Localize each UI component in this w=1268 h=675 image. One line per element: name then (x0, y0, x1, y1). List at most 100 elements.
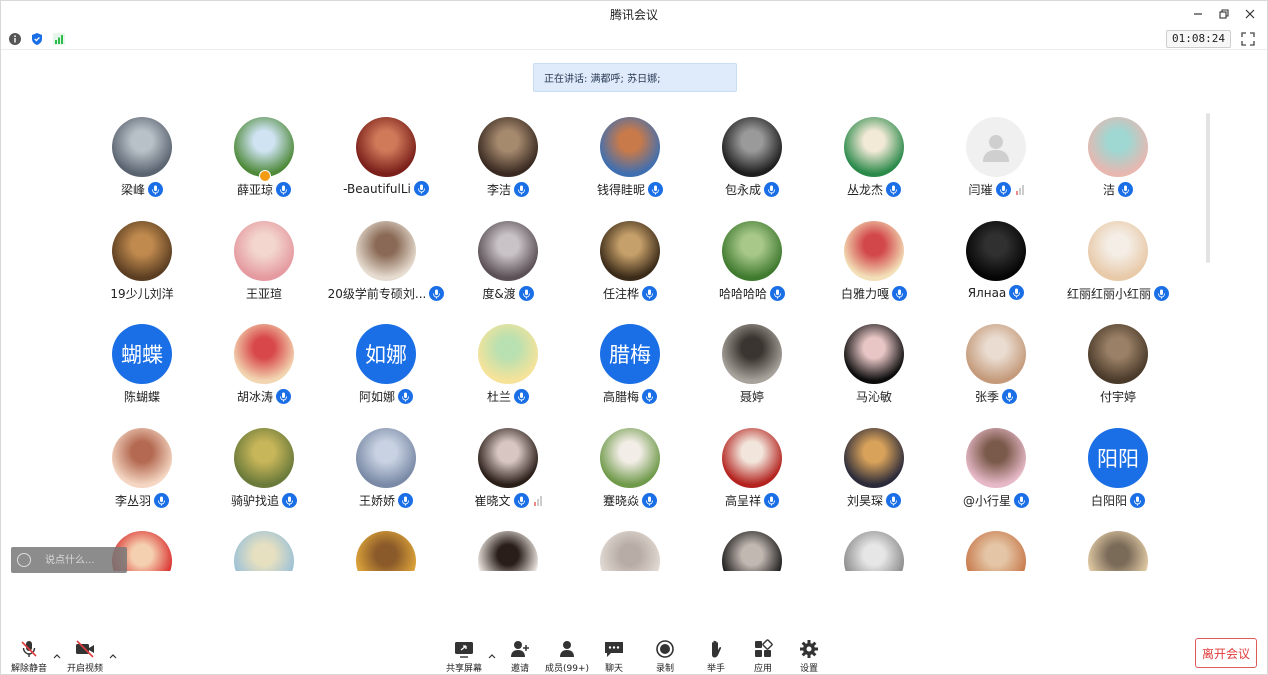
participant-tile[interactable]: 包永成 (691, 109, 813, 209)
participant-avatar (844, 428, 904, 488)
participant-tile[interactable]: -BeautifulLi (325, 109, 447, 209)
participant-tile[interactable]: 红丽红丽小红丽 (1057, 213, 1179, 313)
close-icon (1245, 9, 1255, 19)
participant-avatar (478, 324, 538, 384)
emoji-icon[interactable] (17, 553, 31, 567)
participant-name: 红丽红丽小红丽 (1066, 287, 1151, 301)
minimize-button[interactable] (1187, 3, 1209, 25)
participant-tile[interactable] (569, 523, 691, 571)
participant-tile[interactable] (813, 523, 935, 571)
share-screen-button[interactable]: 共享屏幕 (440, 639, 488, 675)
participant-tile[interactable]: 骑驴找追 (203, 420, 325, 520)
unmute-button[interactable]: 解除静音 (5, 639, 53, 675)
participant-tile[interactable]: 杜兰 (447, 316, 569, 416)
microphone-icon (429, 286, 445, 301)
top-toolbar: 01:08:24 (1, 28, 1267, 50)
microphone-icon (764, 493, 779, 508)
participant-tile[interactable]: 王娇娇 (325, 420, 447, 520)
quick-chat-input[interactable] (45, 551, 125, 569)
meeting-info-button[interactable] (7, 31, 23, 47)
participant-tile[interactable]: 梁峰 (81, 109, 203, 209)
participant-avatar (844, 221, 904, 281)
fullscreen-button[interactable] (1241, 31, 1257, 47)
apps-button[interactable]: 应用 (739, 639, 787, 675)
participant-tile[interactable]: 20级学前专硕刘... (325, 213, 447, 313)
participant-tile[interactable]: 高呈祥 (691, 420, 813, 520)
participant-name: 丛龙杰 (846, 183, 883, 197)
video-options-caret[interactable] (108, 651, 118, 661)
participant-tile[interactable]: 薛亚琼 (203, 109, 325, 209)
participant-tile[interactable]: 闫璀 (935, 109, 1057, 209)
participant-tile[interactable] (203, 523, 325, 571)
participant-tile[interactable]: 张季 (935, 316, 1057, 416)
participant-tile[interactable]: 蹇晓焱 (569, 420, 691, 520)
participant-tile[interactable] (691, 523, 813, 571)
close-button[interactable] (1239, 3, 1261, 25)
record-button[interactable]: 录制 (641, 639, 689, 675)
participant-avatar: 蝴蝶 (112, 324, 172, 384)
microphone-icon (514, 389, 529, 404)
leave-meeting-button[interactable]: 离开会议 (1195, 638, 1257, 668)
participant-tile[interactable]: 度&渡 (447, 213, 569, 313)
participant-tile[interactable]: Ялнаа (935, 213, 1057, 313)
participant-name-row: 李洁 (447, 181, 569, 198)
participant-tile[interactable]: 马沁敏 (813, 316, 935, 416)
participant-tile[interactable]: 蝴蝶 陈蝴蝶 (81, 316, 203, 416)
participant-name: 20级学前专硕刘... (327, 287, 427, 301)
participant-avatar (356, 117, 416, 177)
participant-name-row: 梁峰 (81, 181, 203, 198)
participant-avatar (478, 531, 538, 571)
participant-tile[interactable]: 李丛羽 (81, 420, 203, 520)
microphone-icon (276, 182, 291, 197)
participant-avatar (600, 531, 660, 571)
participant-tile[interactable]: 19少儿刘洋 (81, 213, 203, 313)
participant-tile[interactable]: 王亚瑄 (203, 213, 325, 313)
participant-tile[interactable]: 李洁 (447, 109, 569, 209)
participant-name-row: 薛亚琼 (203, 181, 325, 198)
raise-hand-button[interactable]: 举手 (692, 639, 740, 675)
start-video-button[interactable]: 开启视频 (61, 639, 109, 675)
participant-tile[interactable] (325, 523, 447, 571)
participant-tile[interactable]: 崔晓文 (447, 420, 569, 520)
participant-avatar (600, 428, 660, 488)
participant-tile[interactable]: 丛龙杰 (813, 109, 935, 209)
participant-name-row: 白阳阳 (1057, 492, 1179, 509)
participant-avatar (478, 221, 538, 281)
grid-scrollbar[interactable] (1206, 113, 1210, 263)
participant-avatar (1088, 324, 1148, 384)
participant-tile[interactable]: 刘昊琛 (813, 420, 935, 520)
participant-tile[interactable] (1057, 523, 1179, 571)
participant-tile[interactable] (935, 523, 1057, 571)
microphone-icon (642, 493, 657, 508)
participant-tile[interactable]: 如娜 阿如娜 (325, 316, 447, 416)
participant-avatar (844, 117, 904, 177)
security-button[interactable] (29, 31, 45, 47)
invite-button[interactable]: 邀请 (496, 639, 544, 675)
chat-button[interactable]: 聊天 (590, 639, 638, 675)
participant-avatar (112, 221, 172, 281)
participant-name-row: 丛龙杰 (813, 181, 935, 198)
participant-tile[interactable]: 聂婷 (691, 316, 813, 416)
network-signal-button[interactable] (51, 31, 67, 47)
meeting-timer: 01:08:24 (1166, 30, 1231, 48)
participant-tile[interactable]: 钱得眭昵 (569, 109, 691, 209)
participant-name: 阿如娜 (358, 390, 395, 404)
participant-tile[interactable]: 腊梅 高腊梅 (569, 316, 691, 416)
participant-tile[interactable]: 任注桦 (569, 213, 691, 313)
participant-tile[interactable]: 洁 (1057, 109, 1179, 209)
participant-tile[interactable]: 阳阳 白阳阳 (1057, 420, 1179, 520)
participant-tile[interactable]: 付宇婷 (1057, 316, 1179, 416)
participant-name: 梁峰 (120, 183, 145, 197)
participant-name: @小行星 (962, 494, 1011, 508)
participant-name: 刘昊琛 (846, 494, 883, 508)
participant-tile[interactable]: @小行星 (935, 420, 1057, 520)
restore-button[interactable] (1213, 3, 1235, 25)
members-button[interactable]: 成员(99+) (543, 639, 591, 675)
participant-tile[interactable]: 白雅力嘎 (813, 213, 935, 313)
fullscreen-icon (1241, 32, 1255, 46)
settings-button[interactable]: 设置 (785, 639, 833, 675)
participant-name-row: 骑驴找追 (203, 492, 325, 509)
participant-tile[interactable] (447, 523, 569, 571)
participant-tile[interactable]: 哈哈哈哈 (691, 213, 813, 313)
participant-tile[interactable]: 胡冰涛 (203, 316, 325, 416)
